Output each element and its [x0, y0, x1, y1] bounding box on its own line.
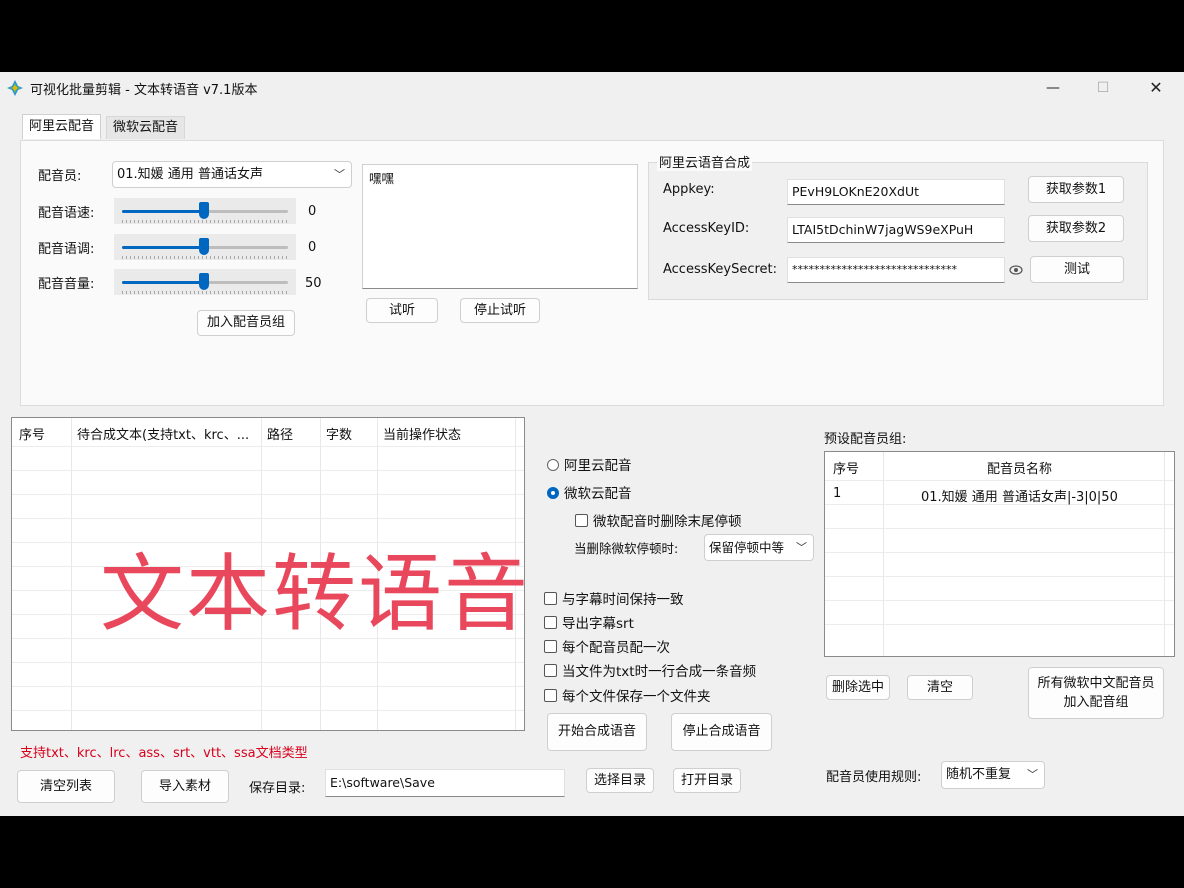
- pause-select[interactable]: 保留停顿中等 ﹀: [704, 534, 814, 561]
- pause-label: 当删除微软停顿时:: [574, 541, 679, 556]
- secret-label: AccessKeySecret:: [663, 262, 778, 277]
- volume-slider-thumb[interactable]: [199, 273, 209, 290]
- file-table-header-path[interactable]: 路径: [267, 424, 293, 443]
- once-each-label: 每个配音员配一次: [562, 640, 670, 656]
- pitch-value: 0: [308, 240, 317, 255]
- clear-preset-button[interactable]: 清空: [907, 675, 973, 700]
- add-all-ms-line1: 所有微软中文配音员: [1037, 676, 1155, 691]
- preset-label: 预设配音员组:: [824, 432, 907, 447]
- open-dir-button[interactable]: 打开目录: [673, 768, 741, 793]
- speed-value: 0: [308, 204, 317, 219]
- stop-listen-button[interactable]: 停止试听: [460, 298, 540, 323]
- clear-list-button[interactable]: 清空列表: [17, 770, 115, 803]
- secret-input[interactable]: ******************************: [787, 257, 1005, 283]
- tab-microsoft[interactable]: 微软云配音: [106, 116, 186, 139]
- preset-row-index[interactable]: 1: [833, 486, 841, 501]
- rule-select[interactable]: 随机不重复 ﹀: [941, 761, 1045, 789]
- accesskeyid-label: AccessKeyID:: [663, 221, 750, 236]
- speed-slider[interactable]: [114, 198, 296, 224]
- test-button[interactable]: 测试: [1030, 256, 1124, 283]
- app-logo-icon: [7, 80, 23, 96]
- preset-table[interactable]: 序号 配音员名称 1 01.知媛 通用 普通话女声|-3|0|50: [824, 451, 1175, 657]
- appkey-input[interactable]: PEvH9LOKnE20XdUt: [787, 179, 1005, 205]
- add-all-ms-line2: 加入配音组: [1063, 695, 1129, 710]
- speed-label: 配音语速:: [38, 206, 95, 221]
- window-title: 可视化批量剪辑 - 文本转语音 v7.1版本: [30, 83, 258, 98]
- folder-each-label: 每个文件保存一个文件夹: [562, 689, 711, 705]
- start-synthesis-button[interactable]: 开始合成语音: [547, 713, 647, 751]
- radio-microsoft[interactable]: 微软云配音: [547, 482, 632, 502]
- export-srt-label: 导出字幕srt: [562, 616, 634, 632]
- import-button[interactable]: 导入素材: [141, 770, 229, 803]
- file-table-header-count[interactable]: 字数: [326, 424, 352, 443]
- ms-remove-pause-label: 微软配音时删除末尾停顿: [593, 514, 742, 530]
- delete-selected-button[interactable]: 删除选中: [826, 675, 890, 700]
- get-param1-button[interactable]: 获取参数1: [1028, 176, 1124, 203]
- sync-subtitle-checkbox[interactable]: 与字幕时间保持一致: [544, 588, 684, 608]
- radio-aliyun-label: 阿里云配音: [564, 458, 632, 474]
- pitch-label: 配音语调:: [38, 242, 95, 257]
- get-param2-button[interactable]: 获取参数2: [1028, 215, 1124, 242]
- speaker-select[interactable]: 01.知媛 通用 普通话女声 ﹀: [112, 161, 352, 188]
- title-bar: 可视化批量剪辑 - 文本转语音 v7.1版本 — ☐ ✕: [0, 72, 1184, 104]
- preset-header-index[interactable]: 序号: [833, 458, 859, 477]
- sync-subtitle-label: 与字幕时间保持一致: [562, 592, 684, 608]
- preview-text-area[interactable]: 嘿嘿: [362, 164, 638, 289]
- volume-label: 配音音量:: [38, 277, 95, 292]
- speaker-select-value: 01.知媛 通用 普通话女声: [117, 167, 263, 182]
- rule-label: 配音员使用规则:: [826, 770, 922, 785]
- txt-line-checkbox[interactable]: 当文件为txt时一行合成一条音频: [544, 660, 756, 680]
- rule-select-value: 随机不重复: [946, 767, 1012, 782]
- radio-aliyun-circle[interactable]: [547, 459, 559, 471]
- pitch-slider[interactable]: [114, 234, 296, 260]
- tab-aliyun[interactable]: 阿里云配音: [22, 114, 102, 139]
- app-window: 可视化批量剪辑 - 文本转语音 v7.1版本 — ☐ ✕ 阿里云配音 微软云配音…: [0, 72, 1184, 816]
- file-table-header-text[interactable]: 待合成文本(支持txt、krc、...: [77, 424, 259, 443]
- accesskeyid-input[interactable]: LTAI5tDchinW7jagWS9eXPuH: [787, 217, 1005, 243]
- maximize-button[interactable]: ☐: [1080, 76, 1126, 100]
- save-dir-label: 保存目录:: [249, 781, 306, 796]
- txt-line-label: 当文件为txt时一行合成一条音频: [562, 664, 757, 680]
- file-table-header-index[interactable]: 序号: [19, 424, 45, 443]
- add-speaker-group-button[interactable]: 加入配音员组: [197, 310, 295, 336]
- chevron-down-icon: ﹀: [1027, 768, 1038, 781]
- chevron-down-icon: ﹀: [796, 541, 807, 554]
- overlay-caption: 文本转语音: [100, 545, 531, 643]
- minimize-button[interactable]: —: [1030, 76, 1076, 100]
- listen-button[interactable]: 试听: [366, 298, 438, 323]
- close-button[interactable]: ✕: [1133, 76, 1179, 100]
- save-dir-input[interactable]: E:\software\Save: [325, 769, 565, 797]
- volume-slider[interactable]: [114, 269, 296, 295]
- file-table-header-status[interactable]: 当前操作状态: [383, 424, 461, 443]
- pitch-slider-thumb[interactable]: [199, 238, 209, 255]
- pause-select-value: 保留停顿中等: [709, 540, 785, 555]
- once-each-checkbox[interactable]: 每个配音员配一次: [544, 636, 670, 656]
- export-srt-checkbox[interactable]: 导出字幕srt: [544, 612, 634, 632]
- volume-value: 50: [305, 276, 322, 291]
- chevron-down-icon: ﹀: [334, 168, 345, 181]
- radio-aliyun[interactable]: 阿里云配音: [547, 454, 632, 474]
- add-all-ms-voices-button[interactable]: 所有微软中文配音员 加入配音组: [1028, 667, 1164, 719]
- speaker-label: 配音员:: [38, 169, 82, 184]
- preset-row-name[interactable]: 01.知媛 通用 普通话女声|-3|0|50: [921, 486, 1118, 505]
- folder-each-checkbox[interactable]: 每个文件保存一个文件夹: [544, 685, 711, 705]
- support-note: 支持txt、krc、lrc、ass、srt、vtt、ssa文档类型: [20, 746, 308, 761]
- preset-header-name[interactable]: 配音员名称: [987, 458, 1052, 477]
- radio-microsoft-circle[interactable]: [547, 487, 559, 499]
- choose-dir-button[interactable]: 选择目录: [586, 768, 654, 793]
- speed-slider-thumb[interactable]: [199, 202, 209, 219]
- ms-remove-pause-checkbox[interactable]: 微软配音时删除末尾停顿: [575, 510, 742, 530]
- eye-icon[interactable]: [1009, 264, 1023, 276]
- appkey-label: Appkey:: [663, 182, 715, 197]
- stop-synthesis-button[interactable]: 停止合成语音: [671, 713, 772, 751]
- aliyun-group-title: 阿里云语音合成: [657, 152, 753, 171]
- radio-microsoft-label: 微软云配音: [564, 486, 632, 502]
